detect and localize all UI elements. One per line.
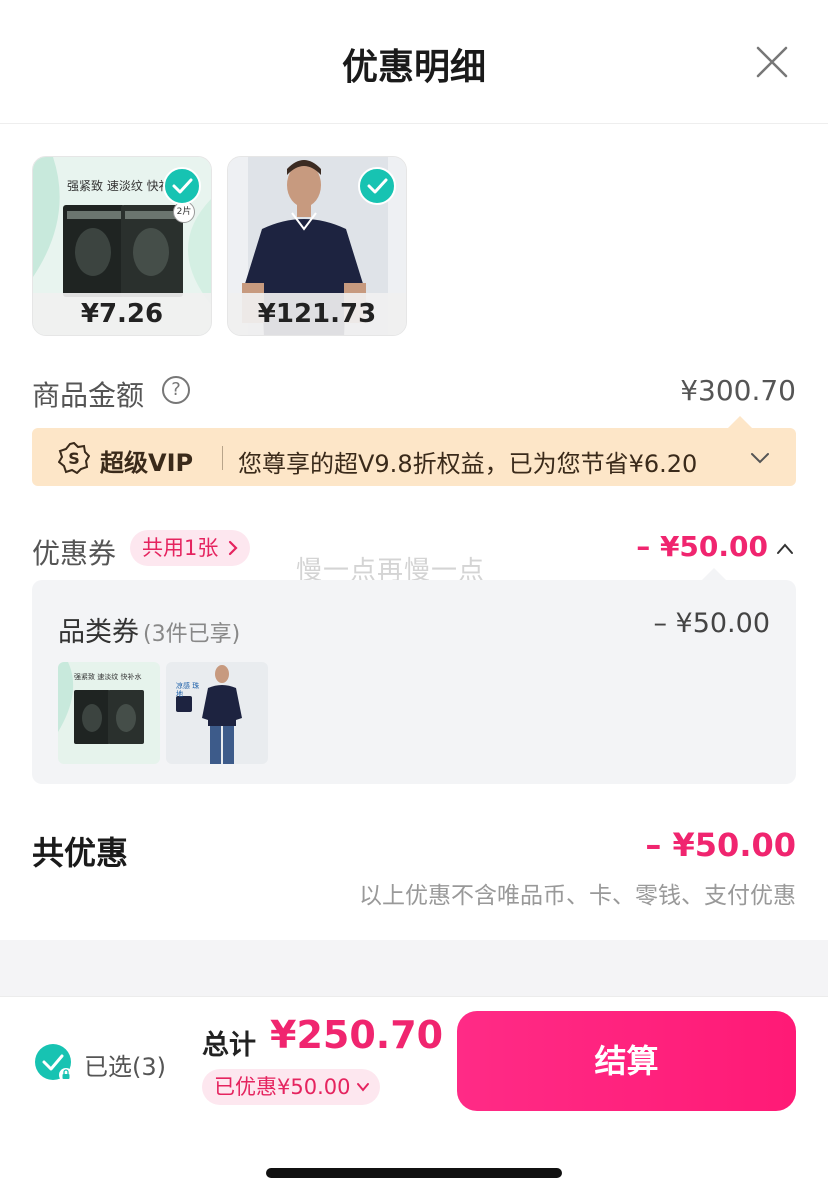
svg-text:S: S [68, 449, 80, 468]
vip-benefit-text: 您尊享的超V9.8折权益，已为您节省¥6.20 [238, 450, 698, 478]
discount-pill[interactable]: 已优惠¥50.00 [202, 1069, 381, 1105]
product-price: ¥7.26 [33, 293, 211, 335]
coupon-count-tag[interactable]: 共用1张 [130, 530, 251, 566]
vip-banner-pointer [728, 416, 752, 428]
selected-check-icon[interactable] [358, 167, 396, 205]
coupon-count-text: 共用1张 [142, 536, 219, 560]
coupon-box-pointer [702, 568, 726, 580]
chevron-up-icon[interactable] [774, 538, 796, 560]
coupon-detail-box: 品类券 (3件已享) – ¥50.00 强紧致 速淡纹 快补水 凉感 珠地 [32, 568, 796, 784]
checkout-bar: 已选(3) 总计 ¥250.70 已优惠¥50.00 结算 [0, 996, 828, 1196]
sheet-header: 优惠明细 [0, 0, 828, 124]
total-label: 总计 [202, 1030, 256, 1061]
thumb-mask-text: 强紧致 速淡纹 快补水 [74, 673, 142, 681]
coupon-type-name: 品类券 [58, 617, 139, 648]
total-discount-value: – ¥50.00 [645, 826, 796, 864]
checkout-button[interactable]: 结算 [457, 1011, 796, 1111]
select-all-check-icon[interactable] [34, 1043, 74, 1083]
coupon-type-sub: (3件已享) [143, 622, 241, 647]
vip-divider [222, 446, 223, 470]
close-icon[interactable] [752, 42, 792, 82]
help-icon[interactable]: ? [162, 376, 190, 404]
thumb-polo-text: 凉感 珠地 [176, 682, 200, 698]
coupon-thumb-polo: 凉感 珠地 [166, 662, 268, 764]
discount-sheet: 优惠明细 强紧致 速淡纹 快补水 2片 ¥7.26 ¥121.73 商品金额 ?… [0, 0, 828, 1196]
discount-pill-text: 已优惠¥50.00 [214, 1075, 351, 1099]
coupon-value: – ¥50.00 [636, 530, 768, 563]
goods-amount-label: 商品金额 [32, 379, 145, 412]
total-discount-row: 共优惠 – ¥50.00 以上优惠不含唯品币、卡、零钱、支付优惠 [32, 826, 796, 916]
chevron-right-icon [229, 540, 238, 556]
total-discount-label: 共优惠 [32, 834, 129, 872]
selected-count: 已选(3) [84, 1053, 166, 1081]
product-card-polo[interactable]: ¥121.73 [227, 156, 407, 336]
sheet-title: 优惠明细 [341, 47, 486, 88]
chevron-down-icon [357, 1083, 370, 1092]
home-indicator [266, 1168, 562, 1178]
coupon-label: 优惠券 [32, 537, 117, 570]
coupon-type: 品类券 (3件已享) [58, 610, 240, 649]
section-divider [0, 940, 828, 996]
chevron-down-icon[interactable] [748, 446, 772, 470]
selected-check-icon[interactable] [163, 167, 201, 205]
product-card-mask[interactable]: 强紧致 速淡纹 快补水 2片 ¥7.26 [32, 156, 212, 336]
total-discount-note: 以上优惠不含唯品币、卡、零钱、支付优惠 [359, 883, 796, 909]
vip-banner[interactable]: S 超级VIP 您尊享的超V9.8折权益，已为您节省¥6.20 [32, 416, 796, 486]
vip-brand: 超级VIP [100, 449, 194, 477]
vip-badge-icon: S [58, 442, 90, 474]
total-value: ¥250.70 [270, 1013, 444, 1057]
coupon-thumb-mask: 强紧致 速淡纹 快补水 [58, 662, 160, 764]
goods-amount-value: ¥300.70 [680, 374, 796, 407]
coupon-type-value: – ¥50.00 [653, 608, 770, 639]
product-price: ¥121.73 [228, 293, 406, 335]
goods-amount-row: 商品金额 ? ¥300.70 [32, 372, 796, 412]
